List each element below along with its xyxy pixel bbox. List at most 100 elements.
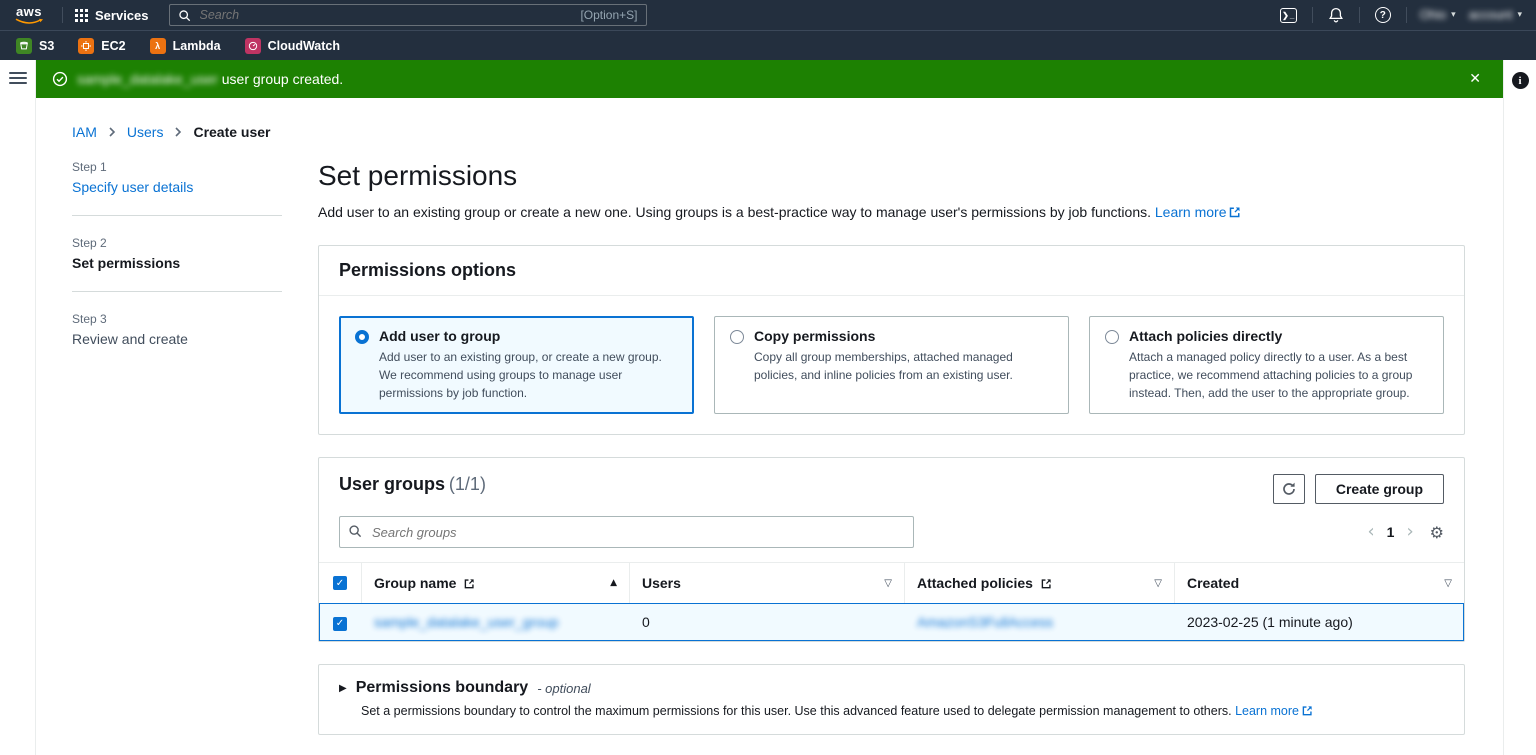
refresh-button[interactable] [1273, 474, 1305, 504]
radio-unselected-icon[interactable] [1105, 330, 1119, 344]
region-selector[interactable]: Ohio ▾ [1420, 8, 1456, 22]
create-group-button[interactable]: Create group [1315, 474, 1444, 504]
option-title: Copy permissions [754, 328, 1053, 344]
previous-page-button[interactable]: ‹ [1367, 523, 1374, 541]
favorite-label: CloudWatch [268, 39, 340, 53]
search-shortcut-hint: [Option+S] [580, 8, 637, 22]
page-number[interactable]: 1 [1387, 524, 1395, 540]
flashbar-close-button[interactable]: ✕ [1463, 69, 1487, 89]
row-checkbox[interactable]: ✓ [333, 617, 347, 631]
sort-ascending-icon[interactable]: ▲ [610, 578, 617, 588]
learn-more-link[interactable]: Learn more [1235, 704, 1299, 718]
table-row[interactable]: ✓ sample_datalake_user_group 0 AmazonS3F… [319, 603, 1464, 641]
wizard-step-3: Step 3 Review and create [72, 312, 282, 347]
learn-more-link[interactable]: Learn more [1155, 204, 1227, 220]
option-description: Copy all group memberships, attached man… [754, 348, 1053, 384]
option-card-add-user-to-group[interactable]: Add user to group Add user to an existin… [339, 316, 694, 414]
cell-created: 2023-02-25 (1 minute ago) [1175, 605, 1463, 639]
cloudwatch-icon [245, 38, 261, 54]
group-name-redacted: sample_datalake_user [77, 71, 218, 87]
select-all-checkbox[interactable]: ✓ [333, 576, 347, 590]
search-groups-input[interactable] [339, 516, 914, 548]
breadcrumb-users[interactable]: Users [127, 124, 164, 140]
attached-policies-link-redacted[interactable]: AmazonS3FullAccess [917, 614, 1053, 630]
favorite-label: S3 [39, 39, 54, 53]
search-groups-box [339, 516, 914, 548]
divider [72, 215, 282, 216]
permissions-options-header: Permissions options [319, 246, 1464, 296]
services-menu-button[interactable]: Services [75, 8, 149, 23]
wizard-step-1: Step 1 Specify user details [72, 160, 282, 195]
option-card-attach-policies-directly[interactable]: Attach policies directly Attach a manage… [1089, 316, 1444, 414]
info-panel-toggle[interactable]: i [1512, 72, 1529, 89]
column-header-users[interactable]: Users ▽ [629, 563, 904, 603]
step-current-set-permissions: Set permissions [72, 255, 282, 271]
user-groups-count: (1/1) [449, 474, 486, 494]
column-header-group-name[interactable]: Group name ▲ [361, 563, 629, 603]
services-grid-icon [75, 9, 88, 22]
option-card-copy-permissions[interactable]: Copy permissions Copy all group membersh… [714, 316, 1069, 414]
column-header-attached-policies[interactable]: Attached policies ▽ [904, 563, 1174, 603]
global-search-input[interactable] [198, 7, 574, 23]
row-select-cell: ✓ [320, 604, 362, 640]
favorite-s3[interactable]: S3 [16, 38, 54, 54]
region-name-redacted: Ohio [1420, 8, 1446, 22]
table-settings-button[interactable]: ⚙ [1430, 523, 1444, 542]
search-icon [348, 524, 362, 538]
pagination: ‹ 1 › ⚙ [1367, 523, 1444, 542]
app-frame: sample_datalake_user user group created.… [0, 60, 1536, 755]
step-number: Step 1 [72, 160, 282, 174]
page-content: IAM Users Create user Step 1 Specify use… [36, 98, 1503, 755]
optional-label: - optional [537, 681, 590, 696]
account-menu[interactable]: account ▾ [1469, 8, 1522, 22]
global-search-box[interactable]: [Option+S] [169, 4, 647, 26]
cell-attached-policies: AmazonS3FullAccess [905, 605, 1175, 639]
column-label: Users [642, 575, 681, 591]
s3-icon [16, 38, 32, 54]
main-region: sample_datalake_user user group created.… [36, 60, 1503, 755]
user-groups-title: User groups (1/1) [339, 474, 486, 495]
search-icon [178, 9, 191, 22]
aws-logo-swoosh [14, 18, 44, 25]
column-header-created[interactable]: Created ▽ [1174, 563, 1464, 603]
favorite-lambda[interactable]: λ Lambda [150, 38, 221, 54]
help-button[interactable]: ? [1373, 5, 1393, 25]
favorite-cloudwatch[interactable]: CloudWatch [245, 38, 340, 54]
page-title: Set permissions [318, 160, 1465, 192]
refresh-icon [1281, 481, 1297, 497]
aws-logo[interactable]: aws [14, 5, 50, 25]
page-description: Add user to an existing group or create … [318, 202, 1465, 223]
permissions-boundary-panel: ▶ Permissions boundary - optional Set a … [318, 664, 1465, 735]
breadcrumb-iam[interactable]: IAM [72, 124, 97, 140]
step-link-specify-user-details[interactable]: Specify user details [72, 179, 282, 195]
flashbar-message: sample_datalake_user user group created. [77, 71, 343, 87]
sort-toggle-icon[interactable]: ▽ [1154, 578, 1162, 589]
radio-unselected-icon[interactable] [730, 330, 744, 344]
breadcrumb: IAM Users Create user [72, 124, 1465, 140]
sort-toggle-icon[interactable]: ▽ [1444, 578, 1452, 589]
favorite-ec2[interactable]: EC2 [78, 38, 125, 54]
expand-icon: ▶ [339, 683, 347, 694]
group-name-link-redacted[interactable]: sample_datalake_user_group [374, 614, 558, 630]
permissions-boundary-toggle[interactable]: ▶ Permissions boundary - optional [339, 679, 1444, 697]
external-link-icon [1302, 705, 1313, 716]
chevron-right-icon [173, 127, 183, 137]
top-navigation-bar: aws Services [Option+S] ❯_ [0, 0, 1536, 30]
help-panel-rail: i [1503, 60, 1536, 755]
user-groups-panel: User groups (1/1) Create [318, 457, 1465, 642]
option-title: Add user to group [379, 328, 678, 344]
external-link-icon [464, 578, 475, 589]
radio-selected-icon[interactable] [355, 330, 369, 344]
notifications-button[interactable] [1326, 5, 1346, 25]
cloudshell-icon: ❯_ [1280, 8, 1297, 23]
cloudshell-button[interactable]: ❯_ [1279, 5, 1299, 25]
lambda-icon: λ [150, 38, 166, 54]
permissions-boundary-title: Permissions boundary [356, 679, 529, 697]
next-page-button[interactable]: › [1406, 523, 1413, 541]
permissions-boundary-description: Set a permissions boundary to control th… [361, 704, 1444, 718]
sort-toggle-icon[interactable]: ▽ [884, 578, 892, 589]
open-side-navigation-button[interactable] [9, 72, 27, 84]
wizard-step-2: Step 2 Set permissions [72, 236, 282, 271]
success-check-icon [52, 71, 68, 87]
option-description: Add user to an existing group, or create… [379, 348, 678, 402]
